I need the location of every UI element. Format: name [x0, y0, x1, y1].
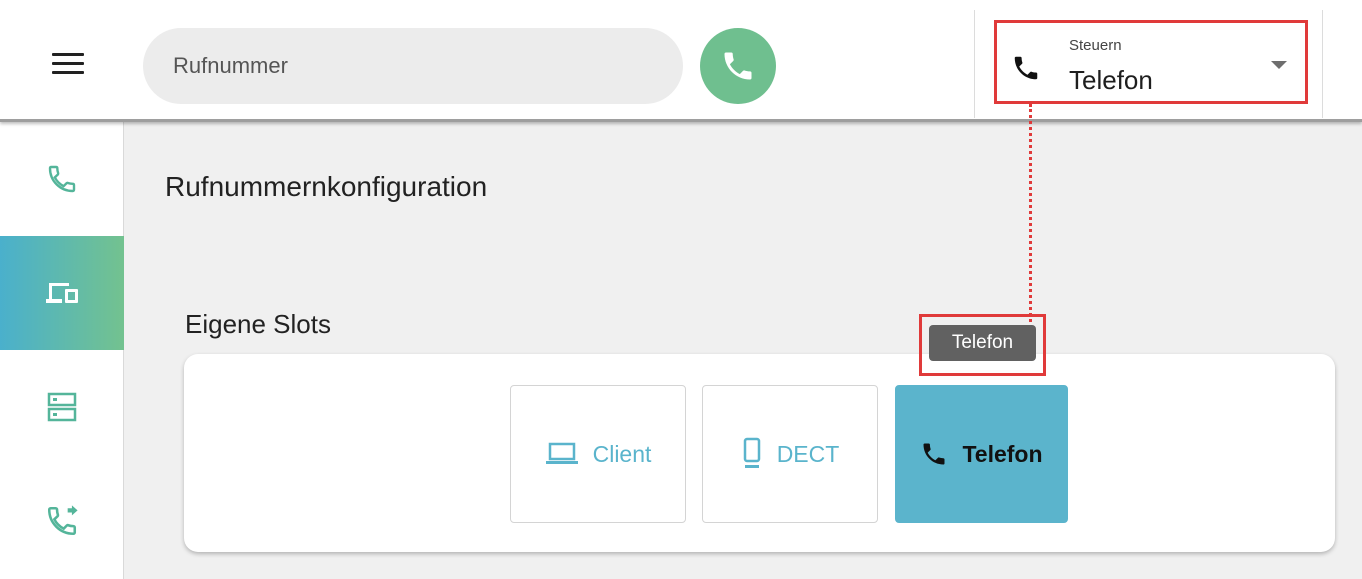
control-device-select[interactable]: Steuern Telefon — [994, 20, 1308, 104]
slot-label: DECT — [776, 440, 840, 467]
callout-connector — [1029, 104, 1032, 322]
phone-icon — [1014, 56, 1038, 80]
storage-icon — [47, 392, 77, 422]
phone-icon — [724, 52, 752, 80]
main-content: Rufnummernkonfiguration Eigene Slots Cli… — [125, 125, 1362, 579]
select-value: Telefon — [1069, 65, 1153, 95]
dropdown-caret-icon — [1271, 61, 1287, 69]
sidebar — [0, 122, 124, 579]
page-title: Rufnummernkonfiguration — [165, 171, 488, 202]
divider — [974, 10, 975, 118]
divider — [1322, 10, 1323, 118]
laptop-icon — [545, 442, 578, 464]
slot-client-button[interactable]: Client — [510, 385, 686, 523]
phone-number-input[interactable] — [143, 28, 683, 104]
top-bar: Steuern Telefon — [0, 0, 1362, 122]
phone-icon — [48, 165, 76, 193]
slots-card: Client DECT Telefon — [184, 354, 1335, 552]
slot-dect-button[interactable]: DECT — [702, 385, 878, 523]
slot-label: Telefon — [962, 440, 1043, 467]
phone-icon — [923, 443, 945, 465]
call-button[interactable] — [700, 28, 776, 104]
sidebar-item-calls[interactable] — [0, 122, 124, 236]
slot-label: Client — [592, 440, 652, 467]
tooltip: Telefon — [929, 325, 1036, 361]
sidebar-item-devices[interactable] — [0, 236, 124, 350]
section-title: Eigene Slots — [185, 309, 331, 339]
sidebar-item-forwarding[interactable] — [0, 464, 124, 578]
devices-icon — [46, 283, 78, 303]
menu-icon[interactable] — [52, 53, 84, 77]
sidebar-item-storage[interactable] — [0, 350, 124, 464]
select-label: Steuern — [1069, 37, 1122, 54]
call-forward-icon — [47, 505, 78, 536]
mobile-icon — [743, 437, 760, 468]
slot-telefon-button[interactable]: Telefon — [895, 385, 1068, 523]
tooltip-highlight: Telefon — [919, 314, 1046, 376]
